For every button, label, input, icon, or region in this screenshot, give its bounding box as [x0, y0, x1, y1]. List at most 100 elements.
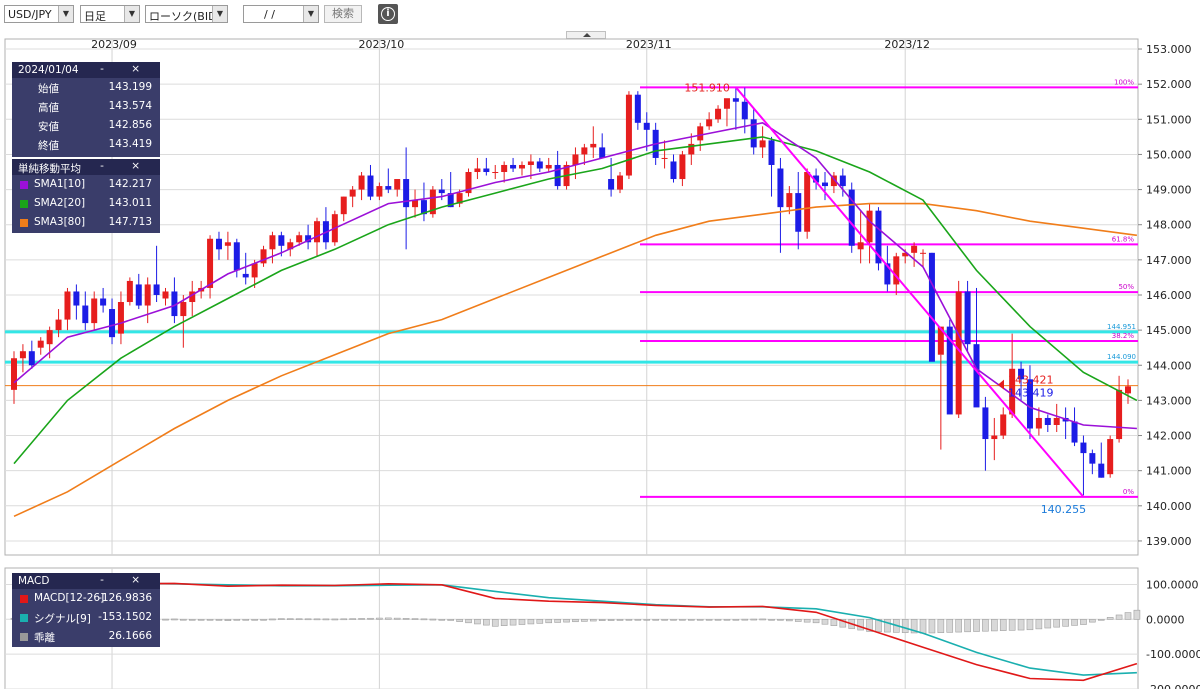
candle-body [64, 291, 71, 320]
macd-histogram-bar [598, 619, 606, 621]
candle-body [296, 235, 303, 243]
macd-histogram-bar [1044, 619, 1052, 629]
macd-histogram-bar [1097, 619, 1105, 621]
candle-body [706, 119, 713, 127]
x-tick-label: 2023/09 [91, 38, 137, 51]
macd-label: 乖離 [34, 632, 55, 644]
legend-swatch [20, 614, 28, 622]
macd-histogram-bar [750, 618, 757, 621]
macd-histogram-bar [928, 619, 936, 634]
candle-body [554, 164, 561, 187]
macd-value: 26.1666 [108, 630, 152, 642]
panel-controls[interactable]: - × [100, 160, 152, 172]
macd-histogram-bar [447, 619, 454, 621]
y-tick-label: 149.000 [1146, 184, 1192, 197]
candle-body [964, 291, 971, 345]
candle-body [839, 175, 846, 187]
macd-histogram-bar [1133, 609, 1141, 620]
fib-level-label: 38.2% [1112, 332, 1135, 340]
candle-body [804, 172, 811, 232]
y-tick-label: 143.000 [1146, 394, 1192, 407]
macd-histogram-bar [527, 619, 535, 625]
candle-body [973, 344, 980, 408]
macd-histogram-bar [420, 618, 428, 621]
macd-histogram-bar [278, 618, 285, 620]
ohlc-row-open: 始値 143.199 [12, 78, 160, 97]
y-tick-label: 148.000 [1146, 219, 1192, 232]
fib-level-label: 100% [1114, 78, 1134, 86]
y-tick-label: 150.000 [1146, 148, 1192, 161]
legend-swatch [20, 219, 28, 227]
candle-body [91, 298, 98, 324]
candle-body [19, 351, 26, 359]
candle-body [1098, 463, 1105, 478]
macd-histogram-bar [206, 619, 214, 621]
sma-row: SMA3[80] 147.713 [12, 213, 160, 232]
candle-body [385, 186, 392, 190]
fib-high-label: 151.910 [684, 81, 730, 94]
candle-body [1035, 417, 1042, 429]
macd-histogram-bar [688, 619, 695, 621]
macd-histogram-bar [376, 617, 383, 620]
candle-body [126, 280, 133, 303]
macd-histogram-bar [438, 619, 446, 621]
macd-histogram-bar [340, 618, 348, 621]
candle-body [821, 182, 828, 187]
macd-histogram-bar [982, 619, 989, 632]
candle-body [536, 161, 543, 169]
macd-histogram-bar [474, 619, 481, 625]
macd-y-tick-label: 100.0000 [1146, 578, 1199, 591]
macd-histogram-bar [946, 619, 954, 633]
panel-controls[interactable]: - × [100, 63, 152, 75]
x-tick-label: 2023/12 [884, 38, 930, 51]
y-tick-label: 146.000 [1146, 289, 1192, 302]
candle-body [1125, 386, 1131, 394]
macd-histogram-bar [1008, 619, 1016, 631]
ohlc-panel-header: 2024/01/04 - × [12, 62, 160, 78]
macd-histogram-bar [162, 618, 169, 621]
macd-histogram-bar [670, 619, 677, 621]
panel-controls[interactable]: - × [100, 574, 152, 586]
fib-level-label: 61.8% [1112, 235, 1135, 243]
candle-body [911, 245, 918, 253]
macd-histogram-bar [509, 619, 517, 626]
ohlc-panel: 2024/01/04 - × 始値 143.199 高値 143.574 安値 142… [12, 62, 160, 157]
macd-histogram-bar [1035, 619, 1043, 630]
candle-body [715, 108, 722, 120]
macd-histogram-bar [491, 619, 499, 627]
macd-value: -153.1502 [98, 611, 152, 623]
macd-histogram-bar [661, 619, 668, 621]
y-tick-label: 141.000 [1146, 465, 1192, 478]
macd-histogram-bar [358, 618, 365, 620]
ohlc-value: 142.856 [108, 119, 152, 131]
macd-title: MACD [18, 575, 50, 587]
macd-histogram-bar [723, 619, 731, 621]
macd-histogram-bar [999, 619, 1007, 631]
candle-body [376, 186, 383, 197]
ohlc-row-high: 高値 143.574 [12, 97, 160, 116]
candle-body [1089, 453, 1096, 464]
macd-histogram-bar [1071, 619, 1078, 626]
macd-histogram-bar [180, 618, 187, 621]
macd-histogram-bar [964, 619, 971, 633]
candle-body [741, 101, 748, 120]
sma-panel: 単純移動平均 - × SMA1[10] 142.217 SMA2[20] 143.0… [12, 159, 160, 233]
macd-histogram-bar [1062, 619, 1069, 627]
macd-y-tick-label: -100.0000 [1146, 648, 1200, 661]
macd-histogram-bar [616, 619, 624, 621]
candle-body [207, 238, 214, 288]
macd-histogram-bar [233, 619, 241, 621]
candle-body [617, 175, 624, 190]
candle-body [518, 164, 525, 169]
candle-body [670, 161, 677, 180]
candle-body [73, 291, 80, 306]
macd-histogram-bar [607, 619, 615, 621]
candle-body [162, 291, 169, 299]
candle-body [795, 193, 802, 232]
candle-body [438, 189, 445, 194]
macd-histogram-bar [652, 619, 659, 621]
macd-histogram-bar [768, 619, 775, 621]
candle-body [109, 309, 116, 338]
candle-body [1080, 442, 1087, 454]
candle-body [982, 407, 989, 440]
